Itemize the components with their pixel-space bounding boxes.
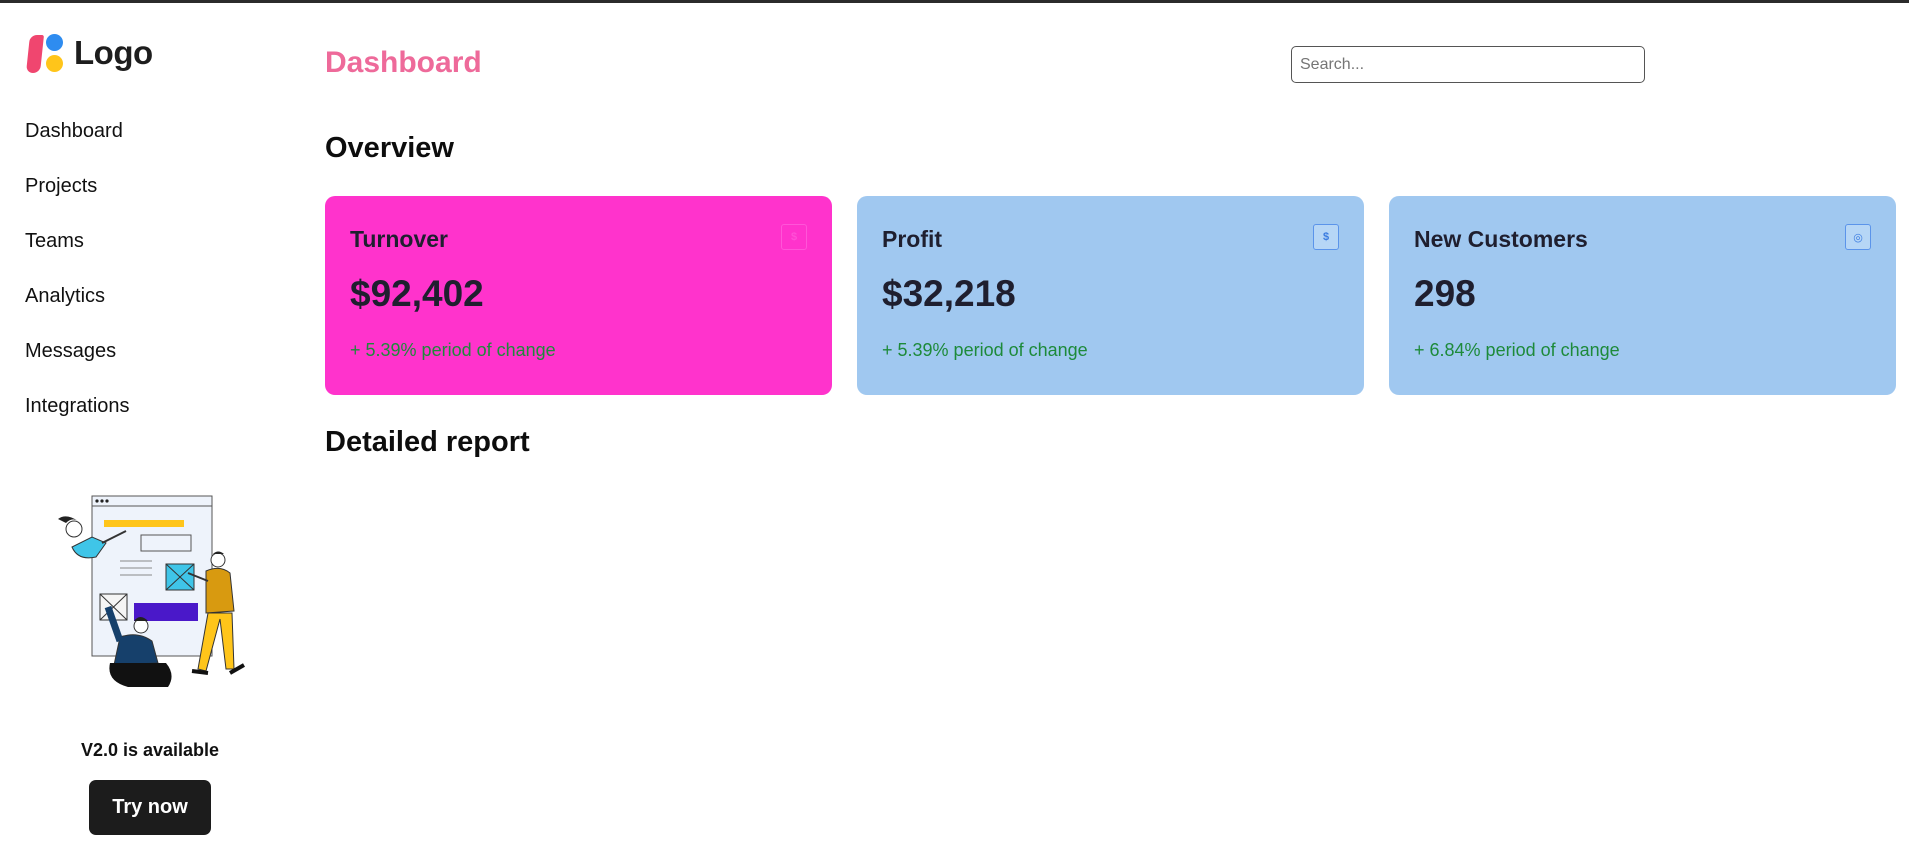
dollar-icon: $ [1313,224,1339,250]
turnover-card[interactable]: Turnover $ $92,402 + 5.39% period of cha… [325,196,832,395]
card-change: + 6.84% period of change [1414,340,1620,360]
sidebar-item-messages[interactable]: Messages [25,335,130,390]
team-collaboration-illustration [58,495,245,687]
dollar-icon: $ [781,224,807,250]
logo-text: Logo [74,34,153,71]
version-available-text: V2.0 is available [80,740,220,760]
sidebar-nav: Dashboard Projects Teams Analytics Messa… [25,115,130,445]
user-icon: ◎ [1845,224,1871,250]
sidebar-item-dashboard[interactable]: Dashboard [25,115,130,170]
logo-mark-icon [26,33,66,73]
new-customers-card[interactable]: New Customers ◎ 298 + 6.84% period of ch… [1389,196,1896,395]
sidebar: Logo Dashboard Projects Teams Analytics … [0,3,300,848]
search-input[interactable] [1291,46,1645,83]
card-title: Profit [882,226,943,252]
card-title: New Customers [1414,226,1588,252]
page-title: Dashboard [325,46,482,79]
sidebar-item-analytics[interactable]: Analytics [25,280,130,335]
card-value: $32,218 [882,273,1016,314]
detailed-report-heading: Detailed report [325,426,530,458]
card-value: $92,402 [350,273,484,314]
logo[interactable]: Logo [26,33,153,73]
card-value: 298 [1414,273,1476,314]
profit-card[interactable]: Profit $ $32,218 + 5.39% period of chang… [857,196,1364,395]
sidebar-item-integrations[interactable]: Integrations [25,390,130,445]
overview-cards: Turnover $ $92,402 + 5.39% period of cha… [325,196,1896,395]
try-now-button[interactable]: Try now [89,780,211,835]
card-title: Turnover [350,226,448,252]
card-change: + 5.39% period of change [882,340,1088,360]
sidebar-item-projects[interactable]: Projects [25,170,130,225]
card-change: + 5.39% period of change [350,340,556,360]
overview-heading: Overview [325,132,454,164]
sidebar-item-teams[interactable]: Teams [25,225,130,280]
